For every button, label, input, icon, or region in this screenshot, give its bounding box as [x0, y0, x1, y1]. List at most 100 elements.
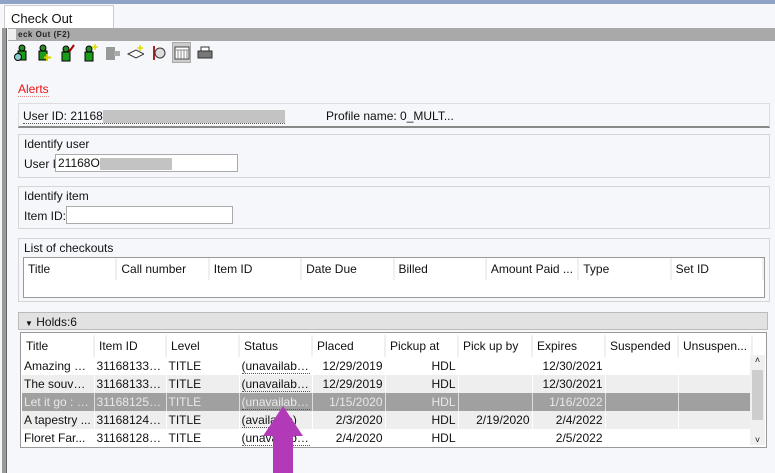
- holds-cell: 2/19/2020: [458, 411, 533, 429]
- calendar-icon[interactable]: [172, 42, 191, 63]
- hand-icon[interactable]: [104, 43, 121, 62]
- book-new-icon[interactable]: [127, 43, 144, 62]
- holds-column-header[interactable]: Unsuspen...: [678, 335, 753, 357]
- holds-cell: [605, 429, 679, 447]
- redacted-block: [102, 110, 285, 124]
- holds-cell: Let it go : d...: [22, 393, 95, 411]
- holds-cell: [605, 411, 679, 429]
- holds-cell: [678, 375, 753, 393]
- holds-cell: [458, 393, 533, 411]
- holds-cell: TITLE: [166, 429, 240, 447]
- holds-cell: TITLE: [166, 411, 240, 429]
- holds-cell: [678, 357, 753, 375]
- holds-column-header[interactable]: Pickup at: [385, 335, 459, 357]
- profile-name: Profile name: 0_MULT...: [326, 109, 454, 123]
- redacted-block: [99, 157, 172, 170]
- printer-icon[interactable]: [196, 43, 213, 62]
- holds-table: Title Item ID Level Status Placed Pickup at Pi…: [20, 332, 767, 448]
- status-link[interactable]: (unavailable): [241, 359, 311, 374]
- checkouts-column-header[interactable]: Title: [24, 258, 118, 280]
- holds-cell: [678, 393, 753, 411]
- checkouts-column-header[interactable]: Type: [578, 258, 672, 280]
- identify-user-group: Identify user User ID: 21168O: [18, 134, 770, 178]
- holds-column-header[interactable]: Suspended: [605, 335, 679, 357]
- holds-row[interactable]: A tapestry ... 311681248... TITLE (availabl…: [22, 411, 753, 429]
- user-info-row: User ID: 21168 Profile name: 0_MULT...: [18, 103, 770, 128]
- holds-cell: 2/4/2020: [312, 429, 386, 447]
- holds-cell: The souvenir: [22, 375, 95, 393]
- holds-cell: 1/15/2020: [312, 393, 386, 411]
- checkouts-column-header[interactable]: Billed: [393, 258, 487, 280]
- status-link[interactable]: (unavailable): [241, 377, 311, 392]
- holds-cell: Amazing gr...: [22, 357, 95, 375]
- holds-cell: HDL: [385, 393, 459, 411]
- holds-cell: HDL: [385, 411, 459, 429]
- checkouts-column-header[interactable]: Amount Paid ...: [485, 258, 580, 280]
- holds-row[interactable]: Let it go : d... 311681252... TITLE (unavai…: [22, 393, 753, 411]
- holds-cell: 12/30/2021: [532, 375, 606, 393]
- user-id-text: User ID: 21168: [23, 109, 285, 125]
- alerts-link[interactable]: Alerts: [18, 82, 49, 97]
- item-id-input[interactable]: [66, 206, 233, 224]
- user-search-icon[interactable]: [12, 43, 29, 62]
- scroll-up-icon[interactable]: ˄: [750, 355, 765, 367]
- holds-cell: [458, 429, 533, 447]
- holds-cell: 2/5/2022: [532, 429, 606, 447]
- holds-cell: [678, 411, 753, 429]
- top-strip: [0, 0, 775, 4]
- holds-cell: [678, 429, 753, 447]
- holds-column-header[interactable]: Expires: [532, 335, 606, 357]
- holds-cell: Floret Far...: [22, 429, 95, 447]
- holds-cell: HDL: [385, 429, 459, 447]
- identify-item-group: Identify item Item ID:: [18, 186, 770, 229]
- holds-column-header[interactable]: Pick up by: [458, 335, 533, 357]
- toolbar: [12, 42, 213, 65]
- holds-row[interactable]: Amazing gr... 311681334... TITLE (unavailab…: [22, 357, 753, 375]
- holds-cell: TITLE: [166, 357, 240, 375]
- holds-cell: 12/30/2021: [532, 357, 606, 375]
- user-add-icon[interactable]: [35, 43, 52, 62]
- holds-row[interactable]: The souvenir 311681334... TITLE (unavailabl…: [22, 375, 753, 393]
- checkouts-column-header[interactable]: Date Due: [301, 258, 395, 280]
- checkouts-column-header[interactable]: Set ID: [670, 258, 765, 280]
- holds-cell: A tapestry ...: [22, 411, 95, 429]
- window-title: eck Out (F2): [18, 30, 71, 39]
- holds-cell: 12/29/2019: [312, 357, 386, 375]
- tab-check-out[interactable]: Check Out (F2)×: [4, 5, 114, 41]
- holds-cell: 311681252...: [94, 393, 167, 411]
- holds-cell: TITLE: [166, 393, 240, 411]
- holds-scrollbar[interactable]: ˄ ˅: [750, 355, 765, 445]
- checkouts-column-header[interactable]: Item ID: [208, 258, 303, 280]
- checkouts-table: Title Call number Item ID Date Due Billed Amo…: [23, 257, 765, 298]
- holds-column-header[interactable]: Title: [22, 335, 95, 357]
- identify-item-title: Identify item: [24, 189, 89, 203]
- holds-cell: [605, 375, 679, 393]
- holds-cell: [605, 357, 679, 375]
- left-edge: [2, 28, 7, 473]
- holds-cell: HDL: [385, 375, 459, 393]
- holds-title: Holds:6: [36, 315, 77, 329]
- holds-column-header[interactable]: Level: [166, 335, 240, 357]
- scroll-thumb[interactable]: [752, 370, 763, 420]
- item-search-icon[interactable]: [150, 43, 167, 62]
- user-new-icon[interactable]: [81, 43, 98, 62]
- scroll-down-icon[interactable]: ˅: [750, 435, 765, 445]
- holds-cell: [605, 393, 679, 411]
- checkouts-title: List of checkouts: [24, 241, 114, 255]
- identify-user-title: Identify user: [24, 137, 90, 151]
- holds-column-header[interactable]: Item ID: [94, 335, 167, 357]
- holds-cell: (unavailable): [239, 375, 313, 393]
- holds-cell: 311681286...: [94, 429, 167, 447]
- holds-row[interactable]: Floret Far...311681286...TITLE(unavailab…: [22, 429, 753, 447]
- user-id-input[interactable]: 21168O: [55, 154, 238, 172]
- holds-column-header[interactable]: Status: [239, 335, 313, 357]
- user-edit-icon[interactable]: [58, 43, 75, 62]
- holds-toggle[interactable]: ▼ Holds:6: [18, 312, 768, 330]
- holds-cell: 311681334...: [94, 357, 167, 375]
- holds-cell: 311681334...: [94, 375, 167, 393]
- checkouts-column-header[interactable]: Call number: [116, 258, 210, 280]
- window-title-bar: eck Out (F2): [8, 28, 775, 41]
- holds-cell: TITLE: [166, 375, 240, 393]
- holds-cell: (unavailable): [239, 357, 313, 375]
- holds-column-header[interactable]: Placed: [312, 335, 386, 357]
